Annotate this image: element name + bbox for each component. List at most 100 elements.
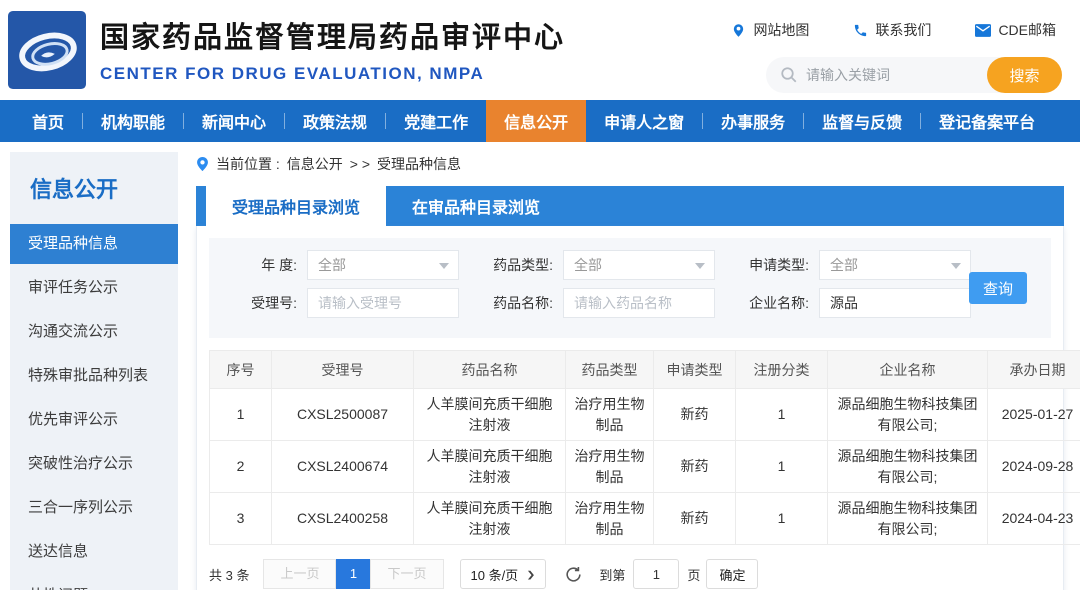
cell-seq: 2 (210, 441, 272, 493)
pagination: 共 3 条 上一页 1 下一页 10 条/页 ❯︎ 到第 页 确定 (209, 559, 1051, 589)
company-name-input[interactable] (819, 288, 971, 318)
chevron-down-icon: ❯︎ (526, 569, 535, 579)
main-nav: 首页 机构职能 新闻中心 政策法规 党建工作 信息公开 申请人之窗 办事服务 监… (0, 100, 1080, 142)
cell-company: 源品细胞生物科技集团有限公司; (828, 493, 988, 545)
nav-functions[interactable]: 机构职能 (83, 100, 183, 142)
cell-reg-class: 1 (736, 441, 828, 493)
mail-icon (975, 24, 991, 37)
breadcrumb-separator: > > (350, 156, 370, 172)
nav-policies[interactable]: 政策法规 (285, 100, 385, 142)
cde-logo (8, 11, 86, 89)
goto-label: 到第 (599, 565, 625, 584)
col-apply-type: 申请类型 (654, 351, 736, 389)
apply-type-label: 申请类型: (737, 255, 809, 275)
breadcrumb: 当前位置 : 信息公开 > > 受理品种信息 (196, 152, 1064, 176)
tab-accepted-catalog[interactable]: 受理品种目录浏览 (206, 186, 386, 226)
sidebar-item-priority-review[interactable]: 优先审评公示 (10, 400, 178, 440)
nav-home[interactable]: 首页 (14, 100, 82, 142)
year-select-value: 全部 (318, 255, 346, 275)
sidebar: 信息公开 受理品种信息 审评任务公示 沟通交流公示 特殊审批品种列表 优先审评公… (10, 152, 178, 590)
nav-party-building[interactable]: 党建工作 (386, 100, 486, 142)
cell-seq: 1 (210, 389, 272, 441)
sidebar-item-breakthrough-therapy[interactable]: 突破性治疗公示 (10, 444, 178, 484)
location-pin-icon (731, 23, 746, 38)
cell-reg-class: 1 (736, 493, 828, 545)
drug-type-select-value: 全部 (574, 255, 602, 275)
page-size-select[interactable]: 10 条/页 ❯︎ (460, 559, 547, 589)
sidebar-item-common-questions[interactable]: 共性问题 (10, 576, 178, 590)
page-number-1[interactable]: 1 (336, 559, 370, 589)
refresh-icon[interactable] (564, 565, 583, 584)
table-header-row: 序号 受理号 药品名称 药品类型 申请类型 注册分类 企业名称 承办日期 (210, 351, 1080, 389)
site-header: 国家药品监督管理局药品审评中心 CENTER FOR DRUG EVALUATI… (0, 0, 1080, 100)
utility-links: 网站地图 联系我们 CDE邮箱 (731, 20, 1056, 40)
col-accept-no: 受理号 (272, 351, 414, 389)
search-button[interactable]: 搜索 (987, 57, 1062, 93)
sidebar-item-three-in-one[interactable]: 三合一序列公示 (10, 488, 178, 528)
sitemap-link[interactable]: 网站地图 (731, 20, 809, 40)
accept-no-input[interactable] (307, 288, 459, 318)
cell-apply-type: 新药 (654, 389, 736, 441)
cell-accept-no: CXSL2400674 (272, 441, 414, 493)
sidebar-item-delivery-info[interactable]: 送达信息 (10, 532, 178, 572)
filter-form: 年 度: 全部 药品类型: 全部 申请类型 (209, 238, 1051, 338)
chevron-down-icon (951, 263, 961, 269)
col-reg-class: 注册分类 (736, 351, 828, 389)
search-input[interactable] (766, 57, 987, 93)
nav-news[interactable]: 新闻中心 (184, 100, 284, 142)
sitemap-label: 网站地图 (753, 20, 809, 40)
sidebar-item-special-approval[interactable]: 特殊审批品种列表 (10, 356, 178, 396)
contact-link[interactable]: 联系我们 (853, 20, 931, 40)
breadcrumb-pin-icon (196, 156, 209, 172)
goto-page-input[interactable] (633, 559, 679, 589)
tab-bar: 受理品种目录浏览 在审品种目录浏览 (196, 186, 1064, 226)
drug-name-label: 药品名称: (481, 293, 553, 313)
drug-type-label: 药品类型: (481, 255, 553, 275)
contact-label: 联系我们 (875, 20, 931, 40)
nav-applicant-window[interactable]: 申请人之窗 (586, 100, 702, 142)
drug-type-select[interactable]: 全部 (563, 250, 715, 280)
cell-drug-name: 人羊膜间充质干细胞注射液 (414, 389, 566, 441)
page-size-value: 10 条/页 (471, 565, 519, 584)
col-date: 承办日期 (988, 351, 1080, 389)
table-row: 3 CXSL2400258 人羊膜间充质干细胞注射液 治疗用生物制品 新药 1 … (210, 493, 1080, 545)
sidebar-item-accepted-varieties[interactable]: 受理品种信息 (10, 224, 178, 264)
nav-information-disclosure[interactable]: 信息公开 (486, 100, 586, 142)
cell-apply-type: 新药 (654, 493, 736, 545)
sidebar-item-communication[interactable]: 沟通交流公示 (10, 312, 178, 352)
drug-name-input[interactable] (563, 288, 715, 318)
col-drug-type: 药品类型 (566, 351, 654, 389)
sidebar-item-review-tasks[interactable]: 审评任务公示 (10, 268, 178, 308)
cell-drug-type: 治疗用生物制品 (566, 389, 654, 441)
results-table: 序号 受理号 药品名称 药品类型 申请类型 注册分类 企业名称 承办日期 1 C… (209, 350, 1080, 545)
breadcrumb-section[interactable]: 信息公开 (287, 154, 343, 174)
col-company: 企业名称 (828, 351, 988, 389)
nav-services[interactable]: 办事服务 (703, 100, 803, 142)
cell-accept-no: CXSL2400258 (272, 493, 414, 545)
col-drug-name: 药品名称 (414, 351, 566, 389)
page-subtitle: CENTER FOR DRUG EVALUATION, NMPA (100, 64, 565, 84)
chevron-down-icon (439, 263, 449, 269)
tab-under-review-catalog[interactable]: 在审品种目录浏览 (386, 186, 566, 226)
nav-registration-platform[interactable]: 登记备案平台 (921, 100, 1053, 142)
nav-supervision-feedback[interactable]: 监督与反馈 (804, 100, 920, 142)
total-count: 共 3 条 (209, 565, 249, 584)
apply-type-select[interactable]: 全部 (819, 250, 971, 280)
page-unit-label: 页 (687, 565, 700, 584)
page-title: 国家药品监督管理局药品审评中心 (100, 14, 565, 56)
prev-page-button[interactable]: 上一页 (263, 559, 336, 589)
next-page-button[interactable]: 下一页 (370, 559, 443, 589)
year-label: 年 度: (225, 255, 297, 275)
cell-drug-type: 治疗用生物制品 (566, 493, 654, 545)
cell-accept-no: CXSL2500087 (272, 389, 414, 441)
table-row: 1 CXSL2500087 人羊膜间充质干细胞注射液 治疗用生物制品 新药 1 … (210, 389, 1080, 441)
cell-reg-class: 1 (736, 389, 828, 441)
chevron-down-icon (695, 263, 705, 269)
cell-drug-name: 人羊膜间充质干细胞注射液 (414, 493, 566, 545)
content-panel: 年 度: 全部 药品类型: 全部 申请类型 (196, 226, 1064, 590)
mail-link[interactable]: CDE邮箱 (975, 20, 1056, 40)
query-button[interactable]: 查询 (969, 272, 1027, 304)
year-select[interactable]: 全部 (307, 250, 459, 280)
confirm-button[interactable]: 确定 (706, 559, 758, 589)
cell-date: 2024-09-28 (988, 441, 1080, 493)
